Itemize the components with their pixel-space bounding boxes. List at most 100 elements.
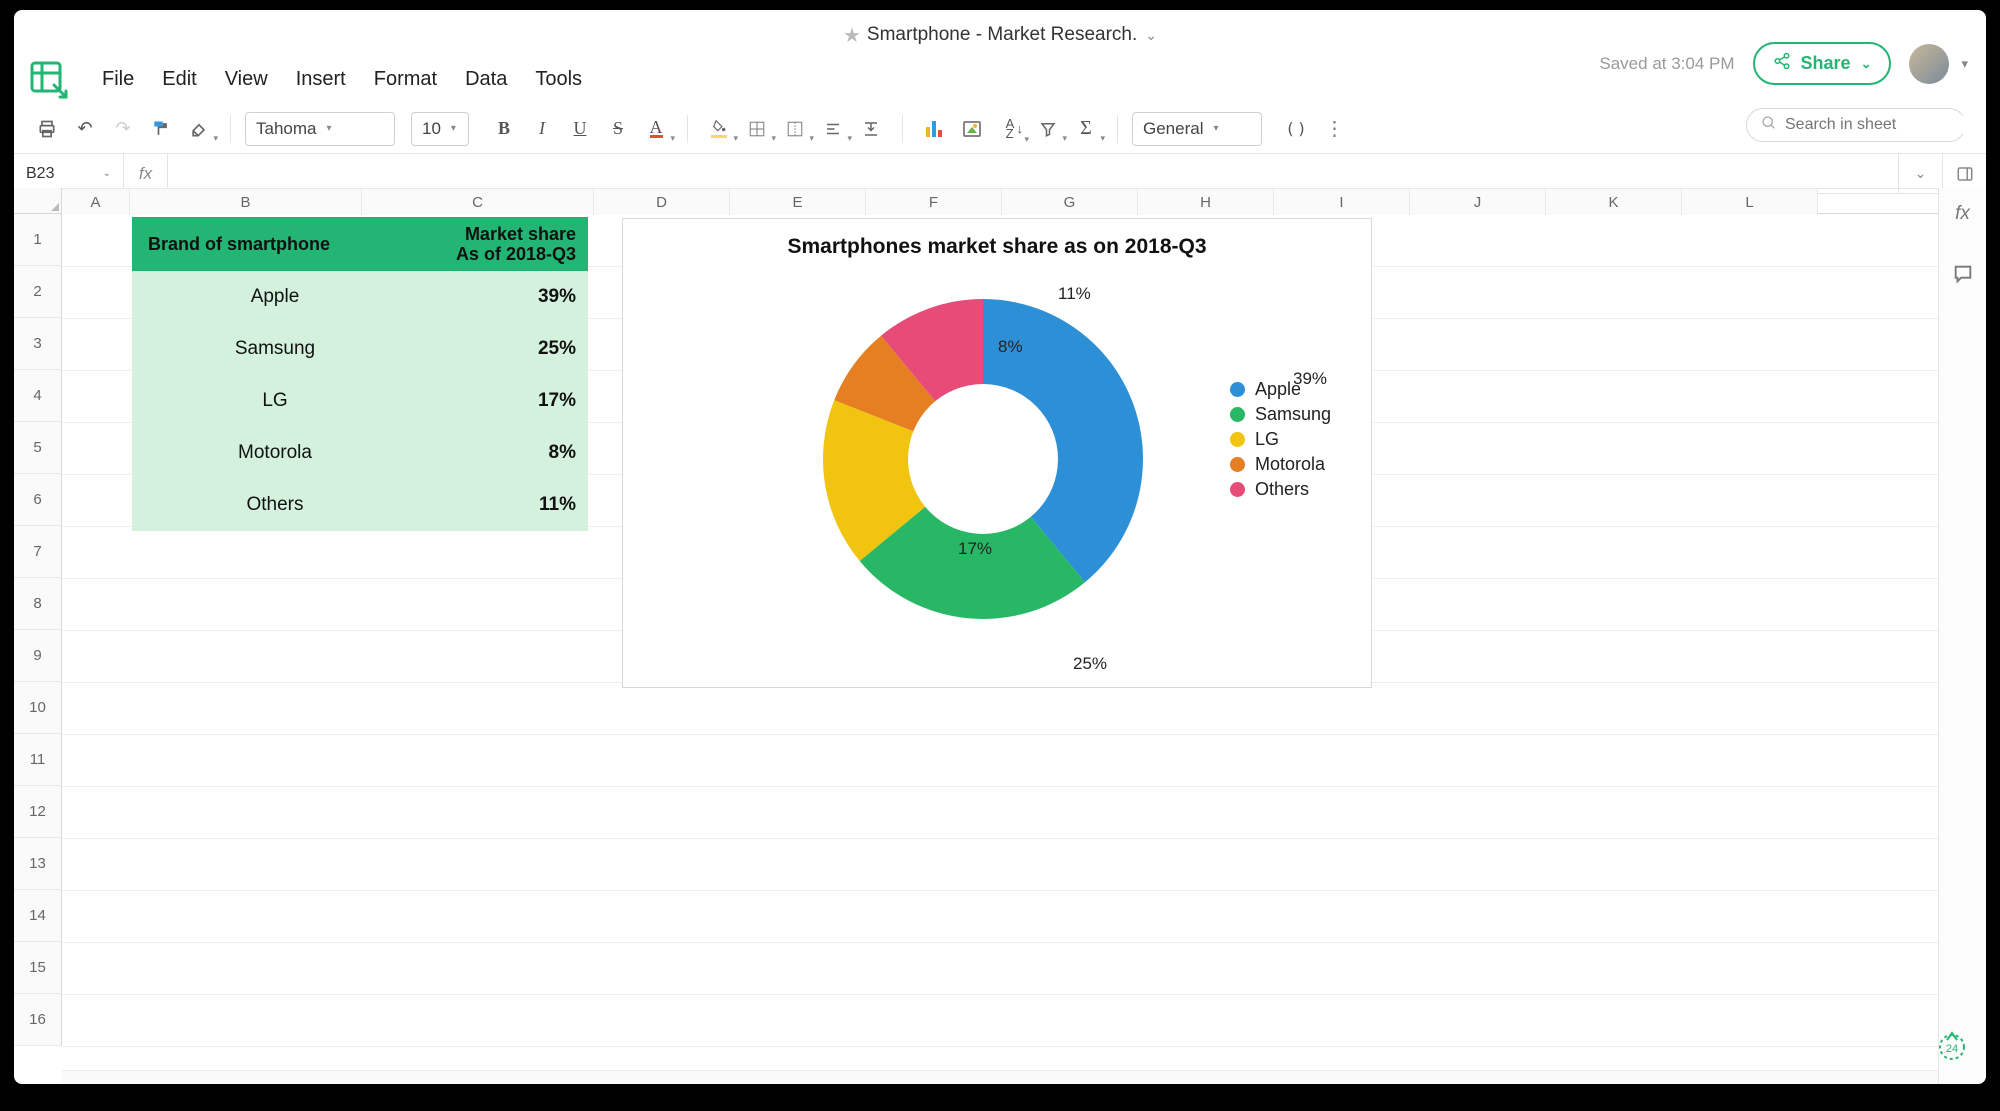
table-cell-brand: LG — [132, 390, 418, 412]
chevron-down-icon[interactable]: ⌄ — [1145, 27, 1157, 44]
table-cell-share: 17% — [418, 390, 588, 412]
document-title-wrap[interactable]: ★ Smartphone - Market Research. ⌄ — [843, 23, 1157, 48]
help-fab-icon[interactable]: 24 — [1934, 1029, 1970, 1070]
avatar[interactable] — [1909, 44, 1949, 84]
row-header[interactable]: 11 — [14, 734, 62, 786]
svg-text:24: 24 — [1946, 1043, 1958, 1055]
toolbar: ↶ ↷ ▾ Tahoma▾ 10▾ B I U S A▾ ▾ ▾ ▾ ▾ AZ↓… — [14, 104, 1986, 154]
share-button[interactable]: Share ⌄ — [1753, 42, 1892, 85]
clear-icon[interactable]: ▾ — [182, 112, 216, 146]
donut-chart — [803, 279, 1163, 639]
column-header[interactable]: G — [1002, 189, 1138, 215]
halign-button[interactable]: ▾ — [816, 112, 850, 146]
row-header[interactable]: 10 — [14, 682, 62, 734]
column-header[interactable]: A — [62, 189, 130, 215]
font-color-button[interactable]: A▾ — [639, 112, 673, 146]
column-header[interactable]: F — [866, 189, 1002, 215]
table-cell-share: 39% — [418, 286, 588, 308]
font-family-select[interactable]: Tahoma▾ — [245, 112, 395, 146]
underline-button[interactable]: U — [563, 112, 597, 146]
menu-insert[interactable]: Insert — [282, 62, 360, 97]
fill-color-button[interactable]: ▾ — [702, 112, 736, 146]
row-header[interactable]: 4 — [14, 370, 62, 422]
legend-swatch — [1230, 382, 1245, 397]
legend-swatch — [1230, 407, 1245, 422]
redo-icon[interactable]: ↷ — [106, 112, 140, 146]
row-header[interactable]: 8 — [14, 578, 62, 630]
number-format-select[interactable]: General▾ — [1132, 112, 1262, 146]
more-icon[interactable]: ⋮ — [1318, 112, 1352, 146]
fx-panel-icon[interactable]: fx — [1947, 198, 1979, 230]
column-header[interactable]: J — [1410, 189, 1546, 215]
chart-object[interactable]: Smartphones market share as on 2018-Q3 3… — [622, 218, 1372, 688]
column-header[interactable]: E — [730, 189, 866, 215]
search-input[interactable] — [1785, 116, 1986, 134]
menu-file[interactable]: File — [88, 62, 148, 97]
menu-edit[interactable]: Edit — [148, 62, 210, 97]
column-header[interactable]: L — [1682, 189, 1818, 215]
autosum-icon[interactable]: Σ▾ — [1069, 112, 1103, 146]
row-header[interactable]: 7 — [14, 526, 62, 578]
print-icon[interactable] — [30, 112, 64, 146]
column-header[interactable]: C — [362, 189, 594, 215]
undo-icon[interactable]: ↶ — [68, 112, 102, 146]
row-header[interactable]: 12 — [14, 786, 62, 838]
column-header[interactable]: K — [1546, 189, 1682, 215]
table-row[interactable]: LG17% — [132, 375, 588, 427]
right-tools: Saved at 3:04 PM Share ⌄ ▾ — [1599, 42, 1968, 85]
bold-button[interactable]: B — [487, 112, 521, 146]
star-icon[interactable]: ★ — [843, 23, 861, 48]
row-header[interactable]: 16 — [14, 994, 62, 1046]
menu-tools[interactable]: Tools — [521, 62, 596, 97]
chevron-down-icon[interactable]: ▾ — [1961, 56, 1968, 72]
row-header[interactable]: 15 — [14, 942, 62, 994]
horizontal-scrollbar[interactable] — [62, 1070, 1938, 1084]
chart-data-label: 8% — [998, 337, 1023, 357]
table-row[interactable]: Others11% — [132, 479, 588, 531]
row-header[interactable]: 13 — [14, 838, 62, 890]
search-sheet[interactable] — [1746, 108, 1966, 142]
filter-icon[interactable]: ▾ — [1031, 112, 1065, 146]
row-header[interactable]: 2 — [14, 266, 62, 318]
chart-legend: AppleSamsungLGMotorolaOthers — [1230, 379, 1331, 504]
legend-label: Others — [1255, 479, 1309, 500]
table-row[interactable]: Samsung25% — [132, 323, 588, 375]
chart-data-label: 25% — [1073, 654, 1107, 674]
borders-button[interactable]: ▾ — [740, 112, 774, 146]
legend-item: Others — [1230, 479, 1331, 500]
table-row[interactable]: Apple39% — [132, 271, 588, 323]
legend-item: Samsung — [1230, 404, 1331, 425]
row-header[interactable]: 1 — [14, 214, 62, 266]
font-size-select[interactable]: 10▾ — [411, 112, 469, 146]
number-format-value: General — [1143, 119, 1203, 139]
comments-panel-icon[interactable] — [1947, 258, 1979, 290]
legend-label: Samsung — [1255, 404, 1331, 425]
insert-image-icon[interactable] — [955, 112, 989, 146]
legend-label: Apple — [1255, 379, 1301, 400]
row-header[interactable]: 6 — [14, 474, 62, 526]
sort-icon[interactable]: AZ↓▾ — [993, 112, 1027, 146]
column-header[interactable]: D — [594, 189, 730, 215]
row-header[interactable]: 3 — [14, 318, 62, 370]
menu-view[interactable]: View — [211, 62, 282, 97]
insert-chart-icon[interactable] — [917, 112, 951, 146]
name-box-value: B23 — [26, 165, 54, 183]
merge-button[interactable]: ▾ — [778, 112, 812, 146]
insert-function-icon[interactable]: () — [1280, 112, 1314, 146]
row-header[interactable]: 5 — [14, 422, 62, 474]
strikethrough-button[interactable]: S — [601, 112, 635, 146]
row-header[interactable]: 14 — [14, 890, 62, 942]
select-all-corner[interactable] — [14, 188, 62, 214]
menu-format[interactable]: Format — [360, 62, 451, 97]
menu-data[interactable]: Data — [451, 62, 521, 97]
format-painter-icon[interactable] — [144, 112, 178, 146]
italic-button[interactable]: I — [525, 112, 559, 146]
column-header[interactable]: B — [130, 189, 362, 215]
table-row[interactable]: Motorola8% — [132, 427, 588, 479]
row-header[interactable]: 9 — [14, 630, 62, 682]
column-header[interactable]: I — [1274, 189, 1410, 215]
column-header[interactable]: H — [1138, 189, 1274, 215]
valign-button[interactable] — [854, 112, 888, 146]
app-logo-icon[interactable] — [26, 59, 70, 99]
chevron-down-icon[interactable]: ⌄ — [103, 168, 111, 179]
